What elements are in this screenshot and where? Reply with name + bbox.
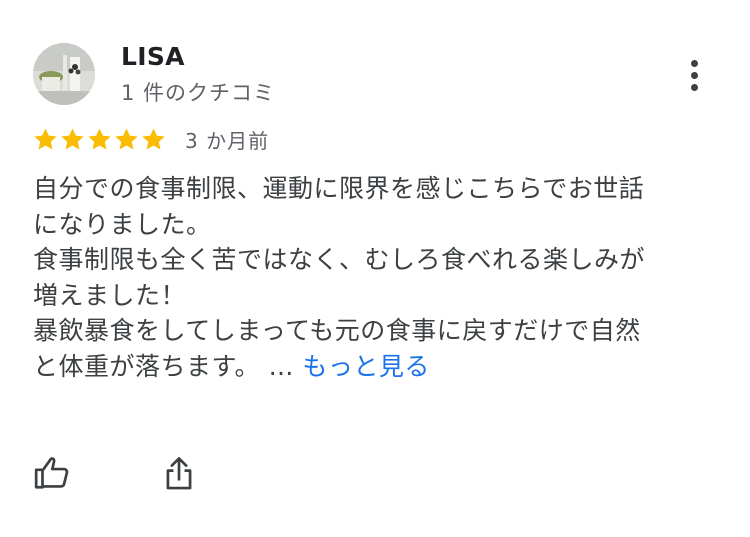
share-button[interactable] — [158, 452, 200, 494]
more-vert-icon-dot — [690, 71, 698, 79]
share-icon — [166, 457, 192, 490]
more-vert-icon-dot — [690, 83, 698, 91]
review-text-line: 自分での食事制限、運動に限界を感じこちらでお世話 — [33, 174, 645, 203]
like-button[interactable] — [31, 452, 73, 494]
star-icon — [115, 127, 138, 149]
thumbs-up-icon — [34, 457, 69, 489]
review-text-line: と体重が落ちます。 … — [33, 351, 294, 381]
more-options-button[interactable] — [676, 55, 712, 95]
star-rating — [32, 126, 167, 153]
rating-row: 3 か月前 — [32, 124, 269, 154]
review-text-line: 食事制限も全く苦ではなく、むしろ食べれる楽しみが — [33, 245, 646, 274]
review-text: 自分での食事制限、運動に限界を感じこちらでお世話 になりました。 食事制限も全く… — [33, 171, 723, 384]
review-text-line: になりました。 — [33, 209, 212, 239]
star-icon — [142, 127, 165, 149]
review-text-line: 暴飲暴食をしてしまっても元の食事に戻すだけで自然 — [33, 316, 641, 345]
review-text-line: 増えました！ — [33, 280, 187, 310]
author-name[interactable]: LISA — [121, 42, 185, 71]
avatar-photo — [33, 43, 95, 105]
star-icon — [61, 127, 84, 149]
avatar[interactable] — [33, 43, 95, 105]
author-review-count[interactable]: 1 件のクチコミ — [121, 77, 275, 107]
review-text-last-line: と体重が落ちます。 … もっと見る — [33, 349, 723, 385]
read-more-link[interactable]: もっと見る — [302, 352, 430, 381]
star-icon — [34, 127, 57, 149]
star-icon — [88, 127, 111, 149]
more-vert-icon — [690, 59, 698, 67]
review-date: 3 か月前 — [185, 128, 270, 153]
